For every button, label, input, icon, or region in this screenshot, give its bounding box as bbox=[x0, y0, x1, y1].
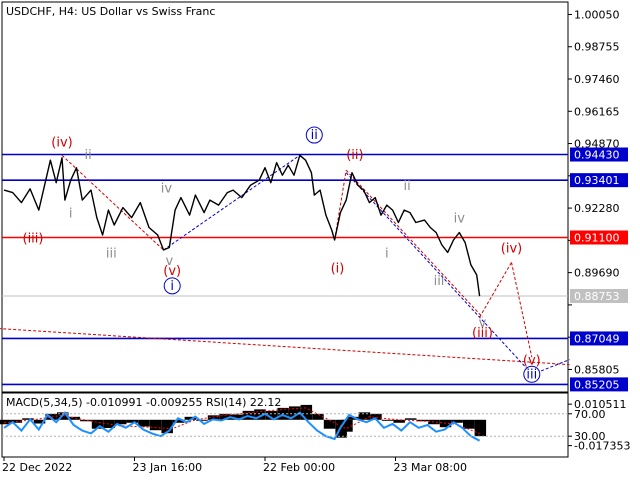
time-tick-label-2: 22 Feb 00:00 bbox=[263, 461, 335, 474]
price-tick-label-8: 0.89690 bbox=[574, 267, 620, 280]
price-tick-label-0: 1.00050 bbox=[574, 8, 620, 21]
wave-label-18: (iii) bbox=[472, 326, 493, 341]
level-tag-label-3: 0.87049 bbox=[574, 332, 620, 345]
wave-label-3: i bbox=[69, 207, 73, 222]
wave-label-1: ii bbox=[84, 148, 91, 163]
price-tick-label-1: 0.98755 bbox=[574, 41, 620, 54]
level-tag-label-1: 0.93401 bbox=[574, 174, 620, 187]
macd-bar-28 bbox=[323, 419, 336, 429]
time-tick-label-3: 23 Mar 08:00 bbox=[394, 461, 467, 474]
wave-label-9: ii bbox=[311, 128, 318, 143]
wave-label-10: (ii) bbox=[346, 148, 363, 163]
wave-label-15: iii bbox=[434, 274, 445, 289]
level-tag-label-2: 0.91100 bbox=[574, 231, 620, 244]
level-tag-label-4: 0.85205 bbox=[574, 378, 620, 391]
wave-label-16: (iv) bbox=[501, 241, 522, 256]
macd-bar-11 bbox=[126, 419, 139, 423]
level-tag-label-0: 0.94430 bbox=[574, 149, 620, 162]
wave-label-2: (iii) bbox=[23, 231, 44, 246]
macd-bar-7 bbox=[80, 419, 92, 422]
wave-label-14: iv bbox=[454, 212, 466, 227]
current-price-tag-label: 0.88753 bbox=[574, 290, 620, 303]
time-tick-label-0: 22 Dec 2022 bbox=[2, 461, 72, 474]
chart-title: USDCHF, H4: US Dollar vs Swiss Franc bbox=[6, 5, 215, 18]
wave-label-4: iii bbox=[106, 246, 117, 261]
rsi-tick-label-1: 30.00 bbox=[574, 430, 606, 443]
wave-label-5: iv bbox=[161, 182, 173, 197]
macd-bar-26 bbox=[300, 404, 313, 420]
rsi-tick-label-0: 70.00 bbox=[574, 408, 606, 421]
wave-label-12: ii bbox=[403, 179, 410, 194]
macd-bar-32 bbox=[358, 412, 371, 420]
macd-bar-13 bbox=[149, 419, 162, 431]
usdchf-h4-chart: (iv)ii(iii)iiiiivv(v)iii(ii)(i)iiiiviii(… bbox=[0, 0, 640, 480]
price-tick-label-2: 0.97460 bbox=[574, 73, 620, 86]
wave-label-13: i bbox=[385, 246, 389, 261]
price-tick-label-11: 0.85805 bbox=[574, 363, 620, 376]
time-tick-label-1: 23 Jan 16:00 bbox=[133, 461, 203, 474]
macd-bar-36 bbox=[405, 418, 417, 420]
macd-bar-35 bbox=[393, 419, 405, 423]
indicator-title: MACD(5,34,5) -0.010991 -0.009255 RSI(14)… bbox=[6, 396, 281, 409]
macd-bar-37 bbox=[416, 419, 429, 422]
wave-label-0: (iv) bbox=[51, 136, 72, 151]
wave-label-8: i bbox=[170, 279, 174, 294]
wave-label-7: (v) bbox=[163, 264, 181, 279]
price-tick-label-6: 0.92280 bbox=[574, 202, 620, 215]
wave-label-20: iii bbox=[526, 367, 537, 382]
wave-label-11: (i) bbox=[331, 261, 345, 276]
price-tick-label-3: 0.96165 bbox=[574, 105, 620, 118]
macd-bar-34 bbox=[381, 419, 394, 421]
macd-bar-42 bbox=[474, 419, 487, 437]
